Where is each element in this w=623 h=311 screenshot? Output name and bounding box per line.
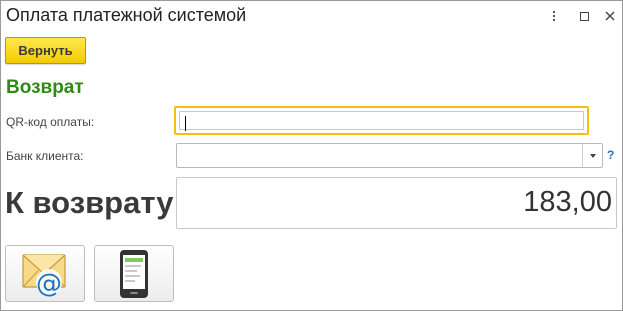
client-bank-select[interactable] — [176, 143, 603, 168]
refund-amount-label: К возврату: — [5, 185, 184, 220]
envelope-at-icon: @ — [22, 253, 66, 298]
dialog-window: Оплата платежной системой Вернуть Возвра… — [0, 0, 623, 311]
svg-text:@: @ — [36, 269, 62, 298]
title-bar: Оплата платежной системой — [1, 1, 622, 31]
window-title: Оплата платежной системой — [6, 5, 247, 25]
send-to-phone-button[interactable] — [94, 245, 174, 302]
text-caret — [185, 116, 186, 131]
maximize-icon[interactable] — [574, 6, 594, 26]
refund-button[interactable]: Вернуть — [5, 37, 86, 64]
qr-code-label: QR-код оплаты: — [6, 115, 95, 129]
smartphone-icon — [120, 249, 148, 298]
help-icon[interactable]: ? — [607, 148, 614, 162]
client-bank-label: Банк клиента: — [6, 149, 84, 163]
refund-amount-value: 183,00 — [523, 186, 612, 218]
refund-amount-field: 183,00 — [176, 177, 617, 229]
more-options-icon[interactable] — [544, 6, 564, 26]
close-icon[interactable] — [600, 6, 620, 26]
dropdown-arrow-icon[interactable] — [582, 144, 602, 167]
qr-code-input[interactable] — [174, 106, 589, 135]
send-email-button[interactable]: @ — [5, 245, 85, 302]
section-heading: Возврат — [6, 77, 84, 98]
